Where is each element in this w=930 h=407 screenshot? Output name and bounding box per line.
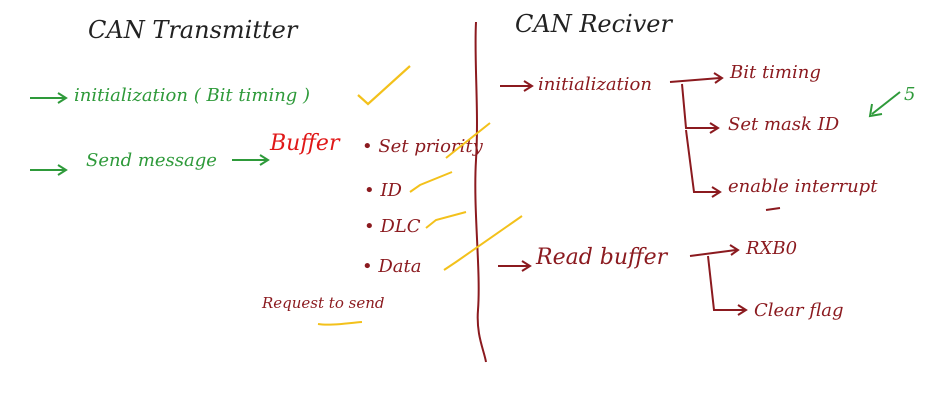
rx-read-buffer-label: Read buffer xyxy=(535,245,669,270)
buffer-item-dlc: • DLC xyxy=(364,216,421,237)
tx-init-label: initialization ( Bit timing ) xyxy=(74,85,310,106)
rx-rxb0-label: RXB0 xyxy=(745,238,797,259)
rx-set-mask-label: Set mask ID xyxy=(728,114,840,135)
buffer-items: • Set priority • ID • DLC • Data xyxy=(362,122,523,277)
branch-line xyxy=(685,129,718,193)
request-to-send-label: Request to send xyxy=(261,294,384,312)
receiver-title: CAN Reciver xyxy=(515,10,673,38)
whiteboard-canvas: CAN Transmitter CAN Reciver initializati… xyxy=(30,10,915,363)
buffer-label: Buffer xyxy=(269,131,341,156)
note-arrow xyxy=(871,91,901,115)
rx-bit-timing-label: Bit timing xyxy=(729,62,821,83)
buffer-item-data: • Data xyxy=(362,256,421,277)
rx-read-row: Read buffer RXB0 Clear flag xyxy=(498,238,844,321)
transmitter-title: CAN Transmitter xyxy=(88,16,299,44)
branch-line xyxy=(681,83,716,129)
buffer-item-id: • ID xyxy=(364,180,402,201)
underline-mark xyxy=(765,207,781,211)
divider-line xyxy=(474,21,487,363)
tx-send-row: Send message Buffer xyxy=(30,131,341,176)
checkmark-icon xyxy=(357,65,411,106)
rx-mask-note: 5 xyxy=(904,84,915,105)
whiteboard: CAN Transmitter CAN Reciver initializati… xyxy=(0,0,930,407)
branch-arrow xyxy=(689,249,737,257)
branch-arrow xyxy=(669,77,721,83)
branch-line xyxy=(707,255,744,311)
tx-send-label: Send message xyxy=(86,150,217,171)
checkmark-icon xyxy=(443,215,523,271)
rx-enable-interrupt-label: enable interrupt xyxy=(728,176,878,197)
tx-init-row: initialization ( Bit timing ) xyxy=(30,65,411,106)
rx-clear-flag-label: Clear flag xyxy=(754,300,844,321)
rx-init-label: initialization xyxy=(538,74,652,95)
underline-mark xyxy=(317,321,363,326)
checkmark-icon xyxy=(425,211,467,229)
buffer-item-priority: • Set priority xyxy=(362,136,484,157)
rx-init-row: initialization Bit timing Set mask ID 5 … xyxy=(500,62,915,211)
checkmark-icon xyxy=(409,171,453,193)
